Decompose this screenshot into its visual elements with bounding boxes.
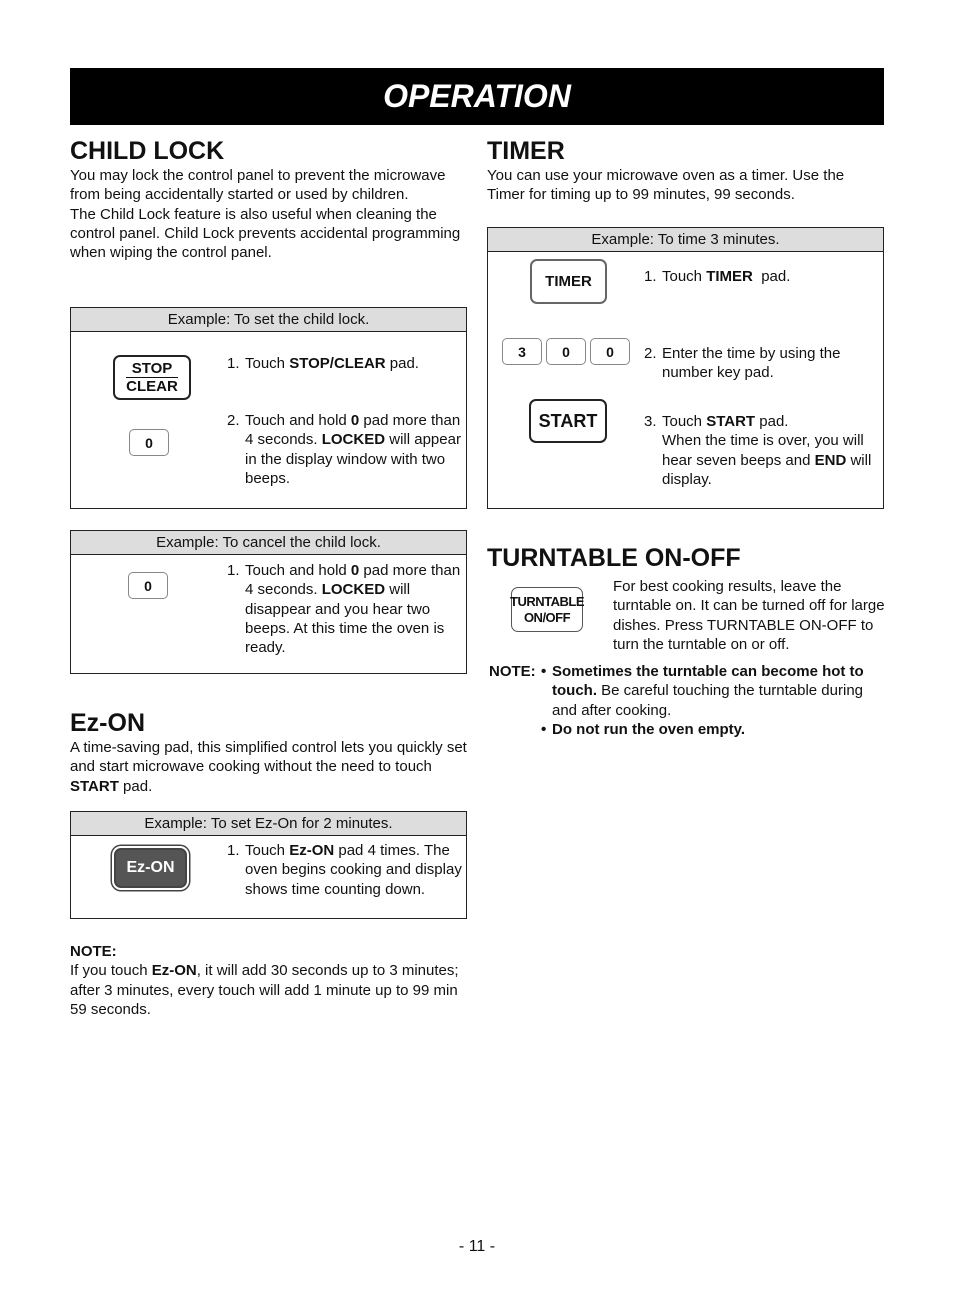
timer-section: TIMER You can use your microwave oven as… <box>487 136 884 205</box>
example-title: Example: To time 3 minutes. <box>488 228 883 252</box>
ez-on-heading: Ez-ON <box>70 709 145 737</box>
turntable-heading: TURNTABLE ON-OFF <box>487 544 741 572</box>
timer-pad: TIMER <box>530 259 607 304</box>
turntable-description: For best cooking results, leave the turn… <box>613 578 885 653</box>
ez-on-example: Example: To set Ez-On for 2 minutes. Ez-… <box>70 811 467 919</box>
digit-pad-0: 0 <box>590 338 630 365</box>
timer-heading: TIMER <box>487 137 565 165</box>
note-item-2: • Do not run the oven empty. <box>541 720 746 738</box>
cancel-child-lock-example: Example: To cancel the child lock. 0 1. … <box>70 530 467 674</box>
example-title: Example: To set Ez-On for 2 minutes. <box>71 812 466 836</box>
example-title: Example: To set the child lock. <box>71 308 466 332</box>
example-title: Example: To cancel the child lock. <box>71 531 466 555</box>
ez-on-note: NOTE: If you touch Ez-ON, it will add 30… <box>70 942 467 1019</box>
ez-on-intro: A time-saving pad, this simplified contr… <box>70 739 467 795</box>
turntable-on-off-pad: TURNTABLE ON/OFF <box>510 587 584 632</box>
note-label: NOTE: <box>489 663 536 680</box>
child-lock-intro-1: You may lock the control panel to preven… <box>70 167 446 204</box>
page-title: OPERATION <box>383 78 571 114</box>
note-label: NOTE: <box>70 943 117 960</box>
timer-example: Example: To time 3 minutes. TIMER 3 0 0 … <box>487 227 884 509</box>
ez-on-note-text: If you touch Ez-ON, it will add 30 secon… <box>70 962 459 1018</box>
child-lock-heading: CHILD LOCK <box>70 137 225 165</box>
step-1: 1. Touch and hold 0 pad more than 4 seco… <box>227 562 461 657</box>
timer-intro: You can use your microwave oven as a tim… <box>487 167 845 204</box>
zero-pad: 0 <box>128 572 168 599</box>
digit-pad-0: 0 <box>546 338 586 365</box>
step-2: 2. Enter the time by using the number ke… <box>644 345 841 382</box>
step-1: 1. Touch Ez-ON pad 4 times. The oven beg… <box>227 842 462 898</box>
note-item-1: • Sometimes the turntable can become hot… <box>541 663 864 719</box>
step-3: 3. Touch START pad. When the time is over… <box>644 413 872 488</box>
start-pad: START <box>529 399 607 443</box>
child-lock-section: CHILD LOCK You may lock the control pane… <box>70 136 467 262</box>
step-1: 1. Touch STOP/CLEAR pad. <box>227 355 419 372</box>
page-number: - 11 - <box>458 1238 496 1255</box>
ez-on-section: Ez-ON A time-saving pad, this simplified… <box>70 708 467 796</box>
zero-pad: 0 <box>129 429 169 456</box>
turntable-section: TURNTABLE ON-OFF <box>487 543 884 573</box>
page-banner: OPERATION <box>70 68 884 125</box>
child-lock-intro-2: The Child Lock feature is also useful wh… <box>70 205 461 262</box>
step-2: 2. Touch and hold 0 pad more than 4 seco… <box>227 412 461 487</box>
set-child-lock-example: Example: To set the child lock. STOP CLE… <box>70 307 467 509</box>
stop-clear-pad: STOP CLEAR <box>113 355 191 400</box>
digit-pad-3: 3 <box>502 338 542 365</box>
ez-on-pad: Ez-ON <box>114 848 187 888</box>
step-1: 1. Touch TIMER pad. <box>644 268 791 285</box>
